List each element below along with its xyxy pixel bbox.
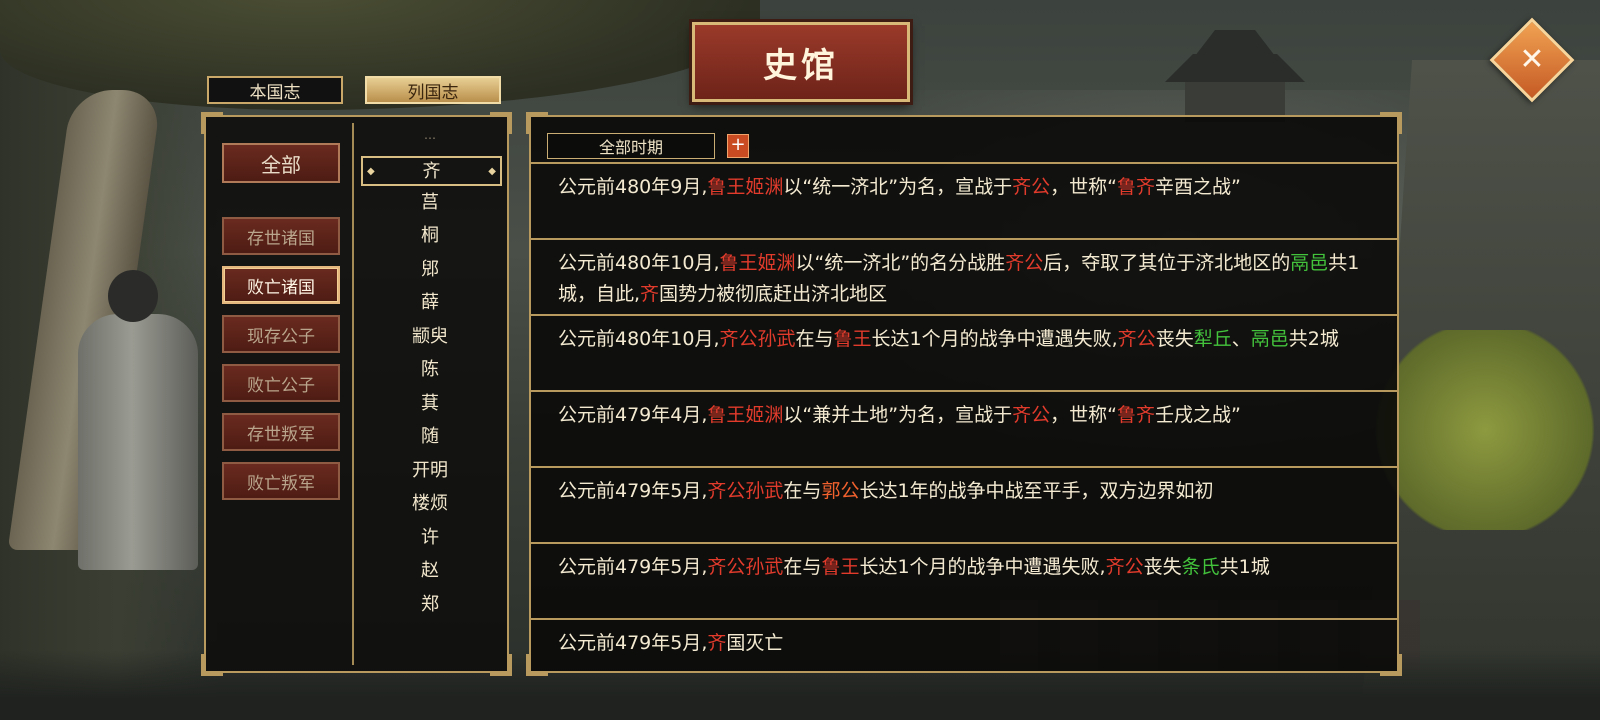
record-entry: 公元前480年9月,鲁王姬渊以“统一济北”为名，宣战于齐公，世称“鲁齐辛酉之战” bbox=[531, 162, 1397, 238]
record-text: ，世称“ bbox=[1050, 176, 1117, 198]
nation-item[interactable]: 莒 bbox=[358, 187, 502, 219]
record-person: 鲁王姬渊 bbox=[707, 176, 784, 198]
close-icon: ✕ bbox=[1519, 42, 1545, 77]
record-person: 鲁王姬渊 bbox=[719, 252, 796, 274]
record-person: 齐公孙武 bbox=[719, 328, 796, 350]
record-text: 辛酉之战” bbox=[1154, 176, 1241, 198]
record-person: 齐公 bbox=[1012, 176, 1051, 198]
record-text: 长达1个月的战争中遭遇失败, bbox=[859, 556, 1106, 578]
record-text: 公元前479年5月, bbox=[558, 480, 708, 502]
record-text: 公元前480年10月, bbox=[558, 328, 720, 350]
frame-corner bbox=[201, 112, 223, 134]
title-plaque: 史馆 bbox=[692, 22, 910, 102]
record-text: 以“统一济北”为名，宣战于 bbox=[783, 176, 1013, 198]
record-entry: 公元前479年4月,鲁王姬渊以“兼并土地”为名，宣战于齐公，世称“鲁齐壬戌之战” bbox=[531, 390, 1397, 466]
category-fallen-princes-button[interactable]: 败亡公子 bbox=[222, 364, 340, 402]
record-text: 公元前479年5月, bbox=[558, 632, 708, 654]
nation-item[interactable]: 颛臾 bbox=[358, 321, 502, 353]
record-text: 长达1年的战争中战至平手，双方边界如初 bbox=[859, 480, 1214, 502]
category-all-button[interactable]: 全部 bbox=[222, 143, 340, 183]
record-place: 鬲邑 bbox=[1290, 252, 1329, 274]
nation-item[interactable]: 随 bbox=[358, 421, 502, 453]
record-entry: 公元前479年5月,齐公孙武在与鲁王长达1个月的战争中遭遇失败,齐公丧失条氏共1… bbox=[531, 542, 1397, 618]
record-text: 国灭亡 bbox=[726, 632, 784, 654]
frame-corner bbox=[201, 654, 223, 676]
record-person: 鲁王姬渊 bbox=[707, 404, 784, 426]
period-filter-dropdown[interactable]: 全部时期 bbox=[547, 133, 715, 159]
record-person: 鲁齐 bbox=[1116, 176, 1155, 198]
category-living-princes-button[interactable]: 现存公子 bbox=[222, 315, 340, 353]
nation-item[interactable]: 赵 bbox=[358, 555, 502, 587]
record-text: 以“兼并土地”为名，宣战于 bbox=[783, 404, 1013, 426]
record-text: 公元前480年9月, bbox=[558, 176, 708, 198]
nation-item[interactable]: 陈 bbox=[358, 354, 502, 386]
page-title: 史馆 bbox=[763, 45, 839, 86]
record-neighbor: 郭公 bbox=[821, 480, 860, 502]
category-fallen-rebels-button[interactable]: 败亡叛军 bbox=[222, 462, 340, 500]
pagoda bbox=[1165, 20, 1305, 122]
nation-item[interactable]: 楼烦 bbox=[358, 488, 502, 520]
record-text: 壬戌之战” bbox=[1154, 404, 1241, 426]
record-place: 鬲邑 bbox=[1250, 328, 1289, 350]
frame-corner bbox=[526, 112, 548, 134]
record-person: 鲁王 bbox=[833, 328, 872, 350]
record-text: 在与 bbox=[795, 328, 834, 350]
record-entry: 公元前480年10月,鲁王姬渊以“统一济北”的名分战胜齐公后，夺取了其位于济北地… bbox=[531, 238, 1397, 314]
record-text: 丧失 bbox=[1155, 328, 1194, 350]
nation-item[interactable]: 开明 bbox=[358, 455, 502, 487]
panel-divider bbox=[352, 123, 354, 665]
nation-item[interactable]: 郑 bbox=[358, 589, 502, 621]
record-person: 齐 bbox=[640, 283, 660, 305]
robed-figure bbox=[78, 270, 198, 570]
nation-item[interactable]: 郳 bbox=[358, 254, 502, 286]
frame-corner bbox=[490, 654, 512, 676]
record-entry: 公元前480年10月,齐公孙武在与鲁王长达1个月的战争中遭遇失败,齐公丧失犁丘、… bbox=[531, 314, 1397, 390]
record-text: 、 bbox=[1231, 328, 1251, 350]
record-person: 齐公 bbox=[1117, 328, 1156, 350]
record-entry: 公元前479年5月,齐国灭亡 bbox=[531, 618, 1397, 671]
left-panel: 全部 存世诸国 败亡诸国 现存公子 败亡公子 存世叛军 败亡叛军 … 齐 莒 桐… bbox=[201, 112, 512, 676]
category-surviving-rebels-button[interactable]: 存世叛军 bbox=[222, 413, 340, 451]
record-text: 在与 bbox=[783, 556, 822, 578]
nation-item[interactable]: 许 bbox=[358, 522, 502, 554]
frame-corner bbox=[1380, 112, 1402, 134]
record-person: 齐公 bbox=[1105, 556, 1144, 578]
record-text: 公元前480年10月, bbox=[558, 252, 720, 274]
record-text: 共2城 bbox=[1288, 328, 1339, 350]
record-person: 齐公孙武 bbox=[707, 480, 784, 502]
record-text: 国势力被彻底赶出济北地区 bbox=[659, 283, 888, 305]
category-surviving-states-button[interactable]: 存世诸国 bbox=[222, 217, 340, 255]
record-person: 齐 bbox=[707, 632, 727, 654]
record-person: 齐公 bbox=[1005, 252, 1044, 274]
nation-list-scroll-top: … bbox=[424, 128, 436, 142]
record-entry: 公元前479年5月,齐公孙武在与郭公长达1年的战争中战至平手，双方边界如初 bbox=[531, 466, 1397, 542]
right-bush bbox=[1370, 330, 1600, 530]
category-fallen-states-button[interactable]: 败亡诸国 bbox=[222, 266, 340, 304]
record-person: 鲁齐 bbox=[1116, 404, 1155, 426]
record-person: 齐公 bbox=[1012, 404, 1051, 426]
record-place: 犁丘 bbox=[1193, 328, 1232, 350]
record-place: 条氏 bbox=[1181, 556, 1220, 578]
record-text: 以“统一济北”的名分战胜 bbox=[795, 252, 1006, 274]
period-expand-button[interactable]: + bbox=[727, 134, 749, 158]
record-text: 在与 bbox=[783, 480, 822, 502]
nation-item[interactable]: 薛 bbox=[358, 287, 502, 319]
nation-item[interactable]: 萁 bbox=[358, 388, 502, 420]
record-person: 鲁王 bbox=[821, 556, 860, 578]
record-text: 公元前479年5月, bbox=[558, 556, 708, 578]
record-text: 丧失 bbox=[1143, 556, 1182, 578]
history-records-panel: 全部时期 + 公元前480年9月,鲁王姬渊以“统一济北”为名，宣战于齐公，世称“… bbox=[526, 112, 1402, 676]
nation-item-selected[interactable]: 齐 bbox=[361, 156, 502, 186]
record-person: 齐公孙武 bbox=[707, 556, 784, 578]
record-text: 长达1个月的战争中遭遇失败, bbox=[871, 328, 1118, 350]
nation-item[interactable]: 桐 bbox=[358, 220, 502, 252]
record-text: 共1城 bbox=[1219, 556, 1270, 578]
record-text: 后，夺取了其位于济北地区的 bbox=[1043, 252, 1291, 274]
tab-native-annals[interactable]: 本国志 bbox=[207, 76, 343, 104]
tab-states-annals[interactable]: 列国志 bbox=[365, 76, 501, 104]
record-text: ，世称“ bbox=[1050, 404, 1117, 426]
record-text: 公元前479年4月, bbox=[558, 404, 708, 426]
